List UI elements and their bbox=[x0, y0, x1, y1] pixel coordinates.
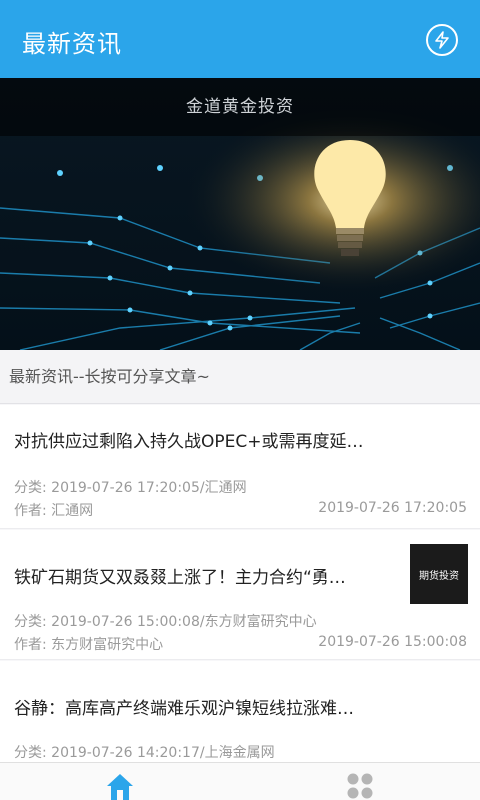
news-item[interactable]: 谷静：高库高产终端难乐观沪镍短线拉涨难… 分类: 2019-07-26 14:2… bbox=[0, 661, 480, 762]
bottom-tab-bar bbox=[0, 762, 480, 800]
news-date: 2019-07-26 17:20:05 bbox=[318, 500, 467, 516]
news-author: 作者: 汇通网 bbox=[14, 503, 94, 519]
news-thumbnail-text: 期货投资 bbox=[419, 570, 459, 582]
news-category: 分类: 2019-07-26 15:00:08/东方财富研究中心 bbox=[14, 614, 317, 630]
app-bar: 最新资讯 bbox=[0, 0, 480, 78]
banner[interactable]: 金道黄金投资 bbox=[0, 78, 480, 350]
home-icon[interactable] bbox=[105, 771, 135, 800]
grid-icon[interactable] bbox=[345, 771, 375, 800]
page-title: 最新资讯 bbox=[22, 30, 122, 58]
news-author: 作者: 东方财富研究中心 bbox=[14, 637, 164, 653]
news-item[interactable]: 对抗供应过剩陷入持久战OPEC+或需再度延… 分类: 2019-07-26 17… bbox=[0, 405, 480, 529]
section-header: 最新资讯--长按可分享文章~ bbox=[0, 350, 480, 404]
news-date: 2019-07-26 15:00:08 bbox=[318, 634, 467, 650]
lightning-icon[interactable] bbox=[426, 24, 458, 56]
news-category: 分类: 2019-07-26 14:20:17/上海金属网 bbox=[14, 745, 275, 761]
news-title: 谷静：高库高产终端难乐观沪镍短线拉涨难… bbox=[14, 699, 354, 719]
news-title: 对抗供应过剩陷入持久战OPEC+或需再度延… bbox=[14, 432, 364, 452]
news-title: 铁矿石期货又双叒叕上涨了！主力合约“勇… bbox=[14, 568, 346, 588]
news-list: 对抗供应过剩陷入持久战OPEC+或需再度延… 分类: 2019-07-26 17… bbox=[0, 405, 480, 762]
news-item[interactable]: 铁矿石期货又双叒叕上涨了！主力合约“勇… 期货投资 分类: 2019-07-26… bbox=[0, 530, 480, 660]
news-thumbnail: 期货投资 bbox=[410, 544, 468, 604]
news-category: 分类: 2019-07-26 17:20:05/汇通网 bbox=[14, 480, 247, 496]
banner-caption: 金道黄金投资 bbox=[0, 78, 480, 136]
